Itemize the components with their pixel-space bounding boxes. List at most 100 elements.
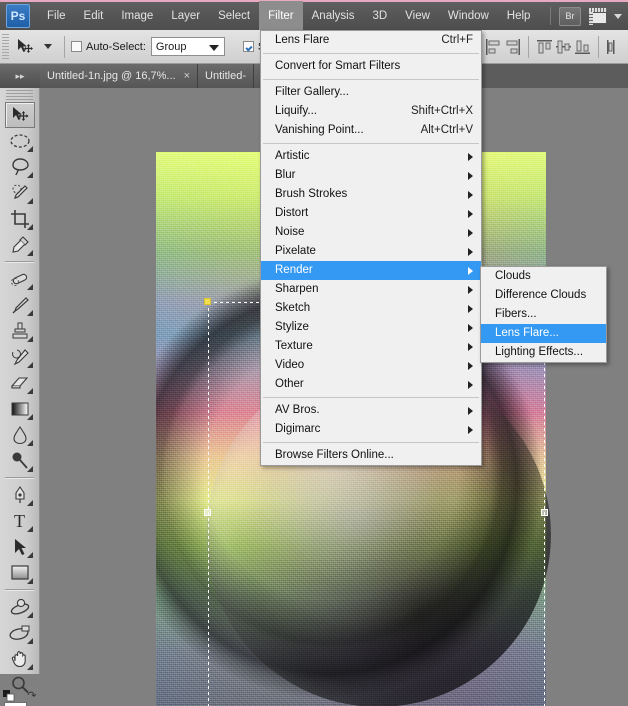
menu-option-label: Brush Strokes — [275, 188, 348, 200]
dodge-tool[interactable] — [5, 448, 35, 474]
tools-panel-grip[interactable] — [6, 90, 33, 100]
document-tab-title: Untitled- — [205, 70, 246, 82]
menu-option-lens-flare[interactable]: Lens Flare... — [481, 324, 606, 343]
menu-option-digimarc[interactable]: Digimarc — [261, 420, 481, 439]
menu-option-stylize[interactable]: Stylize — [261, 318, 481, 337]
elliptical-marquee-tool[interactable] — [5, 128, 35, 154]
tools-divider-1 — [5, 261, 34, 263]
menu-option-label: Blur — [275, 169, 296, 181]
foreground-color-swatch[interactable] — [3, 702, 27, 706]
document-tab[interactable]: Untitled- — [198, 64, 254, 88]
chevron-down-icon[interactable] — [614, 13, 622, 19]
type-tool[interactable]: T — [5, 508, 35, 534]
rectangle-shape-tool[interactable] — [5, 560, 35, 586]
menu-option-liquify[interactable]: Liquify... Shift+Ctrl+X — [261, 102, 481, 121]
menu-option-vanishing-point[interactable]: Vanishing Point... Alt+Ctrl+V — [261, 121, 481, 140]
eyedropper-tool[interactable] — [5, 232, 35, 258]
menu-option-texture[interactable]: Texture — [261, 337, 481, 356]
menu-option-sketch[interactable]: Sketch — [261, 299, 481, 318]
filter-menu[interactable]: Lens Flare Ctrl+F Convert for Smart Filter… — [260, 30, 482, 466]
swap-colors-icon[interactable]: ↷ — [27, 689, 36, 702]
menu-option-video[interactable]: Video — [261, 356, 481, 375]
menu-item-image[interactable]: Image — [112, 1, 162, 31]
menu-item-layer[interactable]: Layer — [162, 1, 209, 31]
options-bar-grip[interactable] — [2, 33, 9, 60]
menu-item-window[interactable]: Window — [439, 1, 498, 31]
submenu-arrow-icon — [468, 266, 473, 275]
photoshop-logo: Ps — [6, 4, 30, 28]
auto-select-checkbox[interactable] — [71, 41, 82, 52]
menu-item-analysis[interactable]: Analysis — [303, 1, 364, 31]
menu-option-clouds[interactable]: Clouds — [481, 267, 606, 286]
align-bottom-edges-icon[interactable] — [574, 38, 591, 56]
document-tab[interactable]: Untitled-1n.jpg @ 16,7%... × — [40, 64, 199, 88]
submenu-arrow-icon — [468, 323, 473, 332]
menu-option-fibers[interactable]: Fibers... — [481, 305, 606, 324]
align-left-edges-icon[interactable] — [485, 38, 502, 56]
menu-option-browse-filters-online[interactable]: Browse Filters Online... — [261, 446, 481, 465]
menu-option-label: Lighting Effects... — [495, 346, 584, 358]
panel-collapse-toggle[interactable]: ▸▸ — [0, 64, 40, 88]
menu-option-difference-clouds[interactable]: Difference Clouds — [481, 286, 606, 305]
menu-option-noise[interactable]: Noise — [261, 223, 481, 242]
menu-item-edit[interactable]: Edit — [75, 1, 113, 31]
menu-option-render[interactable]: Render — [261, 261, 481, 280]
path-selection-tool[interactable] — [5, 534, 35, 560]
menu-item-select[interactable]: Select — [209, 1, 259, 31]
hand-tool[interactable] — [5, 646, 35, 672]
menu-option-sharpen[interactable]: Sharpen — [261, 280, 481, 299]
align-right-edges-icon[interactable] — [504, 38, 521, 56]
menu-option-convert-for-smart-filters[interactable]: Convert for Smart Filters — [261, 57, 481, 76]
menu-item-filter[interactable]: Filter — [259, 1, 303, 31]
distribute-left-edges-icon[interactable] — [606, 38, 623, 56]
healing-brush-tool[interactable] — [5, 266, 35, 292]
move-tool-icon[interactable] — [12, 35, 38, 59]
menu-item-3d[interactable]: 3D — [363, 1, 396, 31]
menu-option-lighting-effects[interactable]: Lighting Effects... — [481, 343, 606, 362]
menu-option-distort[interactable]: Distort — [261, 204, 481, 223]
eraser-tool[interactable] — [5, 370, 35, 396]
move-tool[interactable] — [4, 102, 35, 128]
render-submenu[interactable]: Clouds Difference Clouds Fibers... Lens Fla… — [480, 266, 607, 363]
quick-selection-tool[interactable] — [5, 180, 35, 206]
menu-option-label: Browse Filters Online... — [275, 449, 394, 461]
menu-item-view[interactable]: View — [396, 1, 439, 31]
menu-separator — [263, 79, 479, 80]
show-transform-checkbox[interactable] — [242, 41, 254, 52]
rotate-3d-object-tool[interactable] — [5, 594, 35, 620]
menu-option-brush-strokes[interactable]: Brush Strokes — [261, 185, 481, 204]
rotate-3d-camera-tool[interactable] — [5, 620, 35, 646]
menu-option-filter-gallery[interactable]: Filter Gallery... — [261, 83, 481, 102]
close-icon[interactable]: × — [184, 70, 190, 82]
gradient-tool[interactable] — [5, 396, 35, 422]
align-vertical-centers-icon[interactable] — [555, 38, 572, 56]
menu-option-lens-flare[interactable]: Lens Flare Ctrl+F — [261, 31, 481, 50]
clone-stamp-tool[interactable] — [5, 318, 35, 344]
lasso-tool[interactable] — [5, 154, 35, 180]
menu-item-help[interactable]: Help — [498, 1, 540, 31]
bridge-icon[interactable]: Br — [559, 6, 581, 26]
blur-tool[interactable] — [5, 422, 35, 448]
auto-select-scope-select[interactable]: Group — [150, 37, 225, 56]
brush-tool[interactable] — [5, 292, 35, 318]
menu-option-artistic[interactable]: Artistic — [261, 147, 481, 166]
menu-separator — [263, 143, 479, 144]
default-colors-icon[interactable] — [2, 690, 14, 702]
menu-option-label: Sharpen — [275, 283, 319, 295]
menu-option-label: Vanishing Point... — [275, 124, 364, 136]
menu-option-other[interactable]: Other — [261, 375, 481, 394]
align-top-edges-icon[interactable] — [536, 38, 553, 56]
menu-option-label: Pixelate — [275, 245, 316, 257]
color-swatches[interactable]: ↷ — [2, 690, 37, 706]
crop-tool[interactable] — [5, 206, 35, 232]
screen-mode-icon[interactable] — [589, 7, 609, 25]
menu-option-pixelate[interactable]: Pixelate — [261, 242, 481, 261]
menu-option-label: Noise — [275, 226, 305, 238]
history-brush-tool[interactable] — [5, 344, 35, 370]
menu-option-blur[interactable]: Blur — [261, 166, 481, 185]
submenu-arrow-icon — [468, 247, 473, 256]
tool-preset-chevron-icon[interactable] — [44, 44, 52, 49]
menu-item-file[interactable]: File — [38, 1, 75, 31]
pen-tool[interactable] — [5, 482, 35, 508]
menu-option-av-bros[interactable]: AV Bros. — [261, 401, 481, 420]
